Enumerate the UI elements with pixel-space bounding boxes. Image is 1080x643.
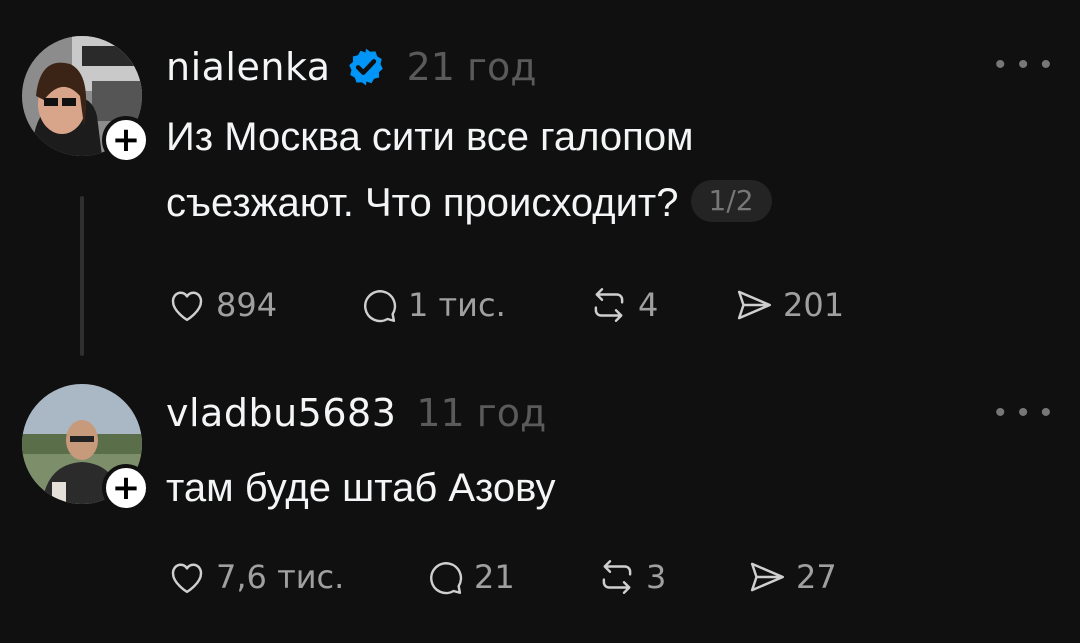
like-button[interactable]: 894 (166, 284, 358, 326)
like-count: 7,6 тис. (216, 558, 345, 596)
follow-button[interactable]: + (102, 116, 150, 164)
username[interactable]: nialenka (166, 45, 331, 89)
verified-badge-icon (348, 48, 383, 86)
post-text: Из Москва сити все галопом съезжают. Что… (166, 104, 986, 236)
repost-button[interactable]: 3 (596, 556, 746, 598)
action-bar: 894 1 тис. 4 201 (166, 284, 844, 326)
text-line: Из Москва сити все галопом (166, 115, 694, 159)
heart-icon (171, 291, 203, 322)
follow-button[interactable]: + (102, 464, 150, 512)
share-button[interactable]: 27 (746, 556, 837, 598)
heart-icon (171, 563, 203, 594)
share-button[interactable]: 201 (733, 284, 844, 326)
timestamp: 21 год (406, 45, 537, 89)
repost-icon (594, 288, 624, 322)
repost-count: 3 (646, 558, 667, 596)
username[interactable]: vladbu5683 (166, 391, 396, 435)
post-header: vladbu5683 11 год (166, 390, 546, 436)
send-icon (750, 562, 784, 592)
like-count: 894 (216, 286, 278, 324)
thread-line (80, 196, 84, 356)
repost-button[interactable]: 4 (588, 284, 733, 326)
comment-count: 1 тис. (408, 286, 506, 324)
comment-button[interactable]: 1 тис. (358, 284, 588, 326)
like-button[interactable]: 7,6 тис. (166, 556, 424, 598)
more-icon[interactable]: • • • (995, 48, 1053, 82)
comment-icon (363, 290, 397, 323)
more-icon[interactable]: • • • (995, 396, 1053, 430)
plus-icon: + (111, 468, 141, 508)
send-icon (737, 290, 771, 320)
repost-count: 4 (638, 286, 659, 324)
post-text: там буде штаб Азову (166, 455, 986, 521)
post-header: nialenka 21 год (166, 44, 537, 90)
text-line-with-counter: съезжают. Что происходит? 1/2 (166, 170, 986, 236)
comment-icon (429, 562, 463, 595)
repost-icon (602, 560, 632, 594)
text-line: съезжают. Что происходит? (166, 181, 679, 225)
page-counter: 1/2 (690, 180, 772, 223)
comment-count: 21 (474, 558, 515, 596)
share-count: 201 (783, 286, 845, 324)
share-count: 27 (796, 558, 837, 596)
action-bar: 7,6 тис. 21 3 27 (166, 556, 837, 598)
text-line: там буде штаб Азову (166, 466, 556, 510)
timestamp: 11 год (416, 391, 547, 435)
plus-icon: + (111, 120, 141, 160)
comment-button[interactable]: 21 (424, 556, 596, 598)
